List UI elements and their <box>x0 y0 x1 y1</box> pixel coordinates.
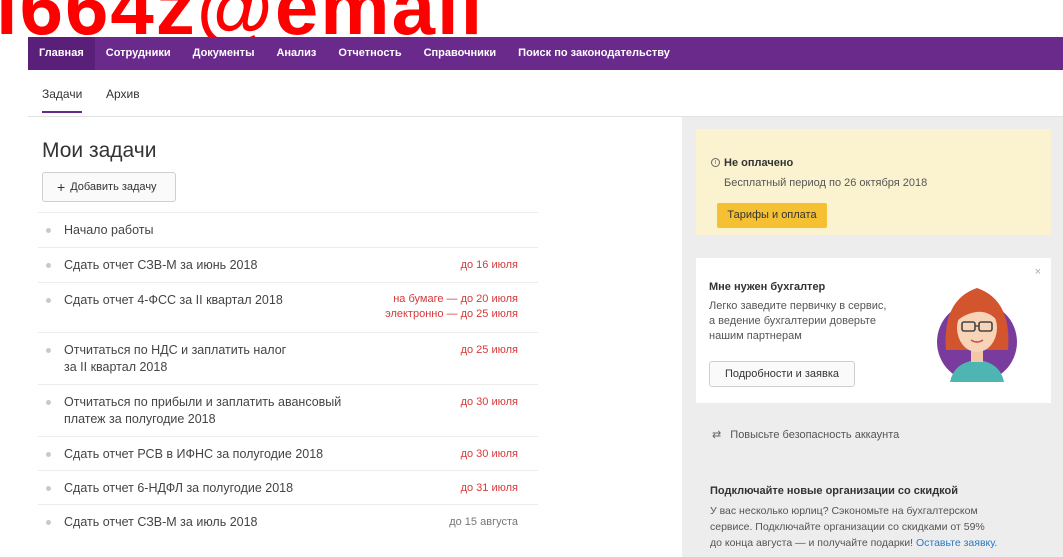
task-title: Сдать отчет СЗВ-М за июль 2018 <box>64 515 258 529</box>
add-task-button[interactable]: + Добавить задачу <box>42 172 176 202</box>
task-due: до 30 июля <box>460 396 518 408</box>
sidebar: i Не оплачено Бесплатный период по 26 ок… <box>682 117 1063 557</box>
leave-request-link[interactable]: Оставьте заявку. <box>916 537 997 549</box>
task-due: до 31 июля <box>460 482 518 494</box>
main-content: Мои задачи + Добавить задачу Начало рабо… <box>28 117 682 557</box>
accountant-text-line: а ведение бухгалтерии доверьте <box>709 315 876 327</box>
accountant-avatar-image <box>937 288 1017 382</box>
task-title: Отчитаться по НДС и заплатить налог <box>64 343 287 357</box>
bullet-icon <box>46 263 51 268</box>
tab-tasks[interactable]: Задачи <box>42 87 83 113</box>
task-row[interactable]: Отчитаться по НДС и заплатить налог за I… <box>38 332 538 384</box>
bullet-icon <box>46 452 51 457</box>
bullet-icon <box>46 520 51 525</box>
tab-archive[interactable]: Архив <box>106 87 140 101</box>
nav-item-home[interactable]: Главная <box>28 37 95 70</box>
details-request-button[interactable]: Подробности и заявка <box>709 361 855 387</box>
sub-nav: Задачи Архив <box>28 70 1063 117</box>
bullet-icon <box>46 486 51 491</box>
accountant-title: Мне нужен бухгалтер <box>709 281 826 293</box>
accountant-text: Легко заведите первичку в сервис, а веде… <box>709 299 914 344</box>
tariffs-button[interactable]: Тарифы и оплата <box>717 203 827 228</box>
task-row[interactable]: Сдать отчет 6-НДФЛ за полугодие 2018 до … <box>38 470 538 504</box>
plus-icon: + <box>57 179 66 195</box>
task-title: Сдать отчет 4-ФСС за II квартал 2018 <box>64 293 283 307</box>
promo-text-line: сервисе. Подключайте организации со скид… <box>710 521 985 533</box>
accountant-card: × Мне нужен бухгалтер Легко заведите пер… <box>696 258 1051 403</box>
task-row[interactable]: Начало работы <box>38 212 538 247</box>
info-icon: i <box>711 158 720 167</box>
task-list: Начало работы Сдать отчет СЗВ-М за июнь … <box>38 212 538 538</box>
page-title: Мои задачи <box>42 139 157 162</box>
nav-item-reporting[interactable]: Отчетность <box>327 37 412 70</box>
promo-title: Подключайте новые организации со скидкой <box>710 485 959 497</box>
task-row[interactable]: Отчитаться по прибыли и заплатить авансо… <box>38 384 538 436</box>
task-title: Сдать отчет 6-НДФЛ за полугодие 2018 <box>64 481 294 495</box>
main-nav: Главная Сотрудники Документы Анализ Отче… <box>28 37 1063 70</box>
task-due: до 15 августа <box>449 516 518 528</box>
task-row[interactable]: Сдать отчет СЗВ-М за июнь 2018 до 16 июл… <box>38 247 538 282</box>
task-title: Сдать отчет СЗВ-М за июнь 2018 <box>64 258 258 272</box>
nav-item-employees[interactable]: Сотрудники <box>95 37 182 70</box>
nav-item-analysis[interactable]: Анализ <box>265 37 327 70</box>
security-link[interactable]: ⇄ Повысьте безопасность аккаунта <box>712 428 899 441</box>
bullet-icon <box>46 348 51 353</box>
task-row[interactable]: Сдать отчет РСВ в ИФНС за полугодие 2018… <box>38 436 538 470</box>
nav-item-documents[interactable]: Документы <box>182 37 266 70</box>
task-due: до 25 июля <box>460 344 518 356</box>
task-title: Начало работы <box>64 223 154 237</box>
nav-item-law-search[interactable]: Поиск по законодательству <box>507 37 681 70</box>
switch-icon: ⇄ <box>712 429 722 441</box>
payment-period: Бесплатный период по 26 октября 2018 <box>724 177 928 189</box>
task-title: Отчитаться по прибыли и заплатить авансо… <box>64 395 342 409</box>
task-row[interactable]: Сдать отчет 4-ФСС за II квартал 2018 на … <box>38 282 538 332</box>
payment-status: Не оплачено <box>724 157 794 169</box>
task-due: на бумаге — до 20 июля <box>393 293 518 305</box>
promo-text-line-3: до конца августа — и получайте подарки! … <box>710 535 1060 551</box>
accountant-text-line: Легко заведите первичку в сервис, <box>709 300 887 312</box>
promo-text-line: до конца августа — и получайте подарки! <box>710 537 914 549</box>
security-label: Повысьте безопасность аккаунта <box>730 429 900 441</box>
add-task-label: Добавить задачу <box>70 181 157 193</box>
promo-text: У вас несколько юрлиц? Сэкономьте на бух… <box>710 503 1060 551</box>
task-due: до 30 июля <box>460 448 518 460</box>
task-title: Сдать отчет РСВ в ИФНС за полугодие 2018 <box>64 447 324 461</box>
task-due-secondary: электронно — до 25 июля <box>385 308 518 320</box>
task-due: до 16 июля <box>460 259 518 271</box>
nav-item-references[interactable]: Справочники <box>413 37 508 70</box>
bullet-icon <box>46 228 51 233</box>
payment-card: i Не оплачено Бесплатный период по 26 ок… <box>696 129 1051 235</box>
close-icon[interactable]: × <box>1035 266 1041 278</box>
task-title-line2: платеж за полугодие 2018 <box>64 412 216 426</box>
task-row[interactable]: Сдать отчет СЗВ-М за июль 2018 до 15 авг… <box>38 504 538 538</box>
bullet-icon <box>46 298 51 303</box>
watermark-banner: i664z@email <box>0 0 1063 37</box>
task-title-line2: за II квартал 2018 <box>64 360 168 374</box>
watermark-text: i664z@email <box>0 0 484 37</box>
bullet-icon <box>46 400 51 405</box>
accountant-text-line: нашим партнерам <box>709 330 802 342</box>
promo-text-line: У вас несколько юрлиц? Сэкономьте на бух… <box>710 505 978 517</box>
